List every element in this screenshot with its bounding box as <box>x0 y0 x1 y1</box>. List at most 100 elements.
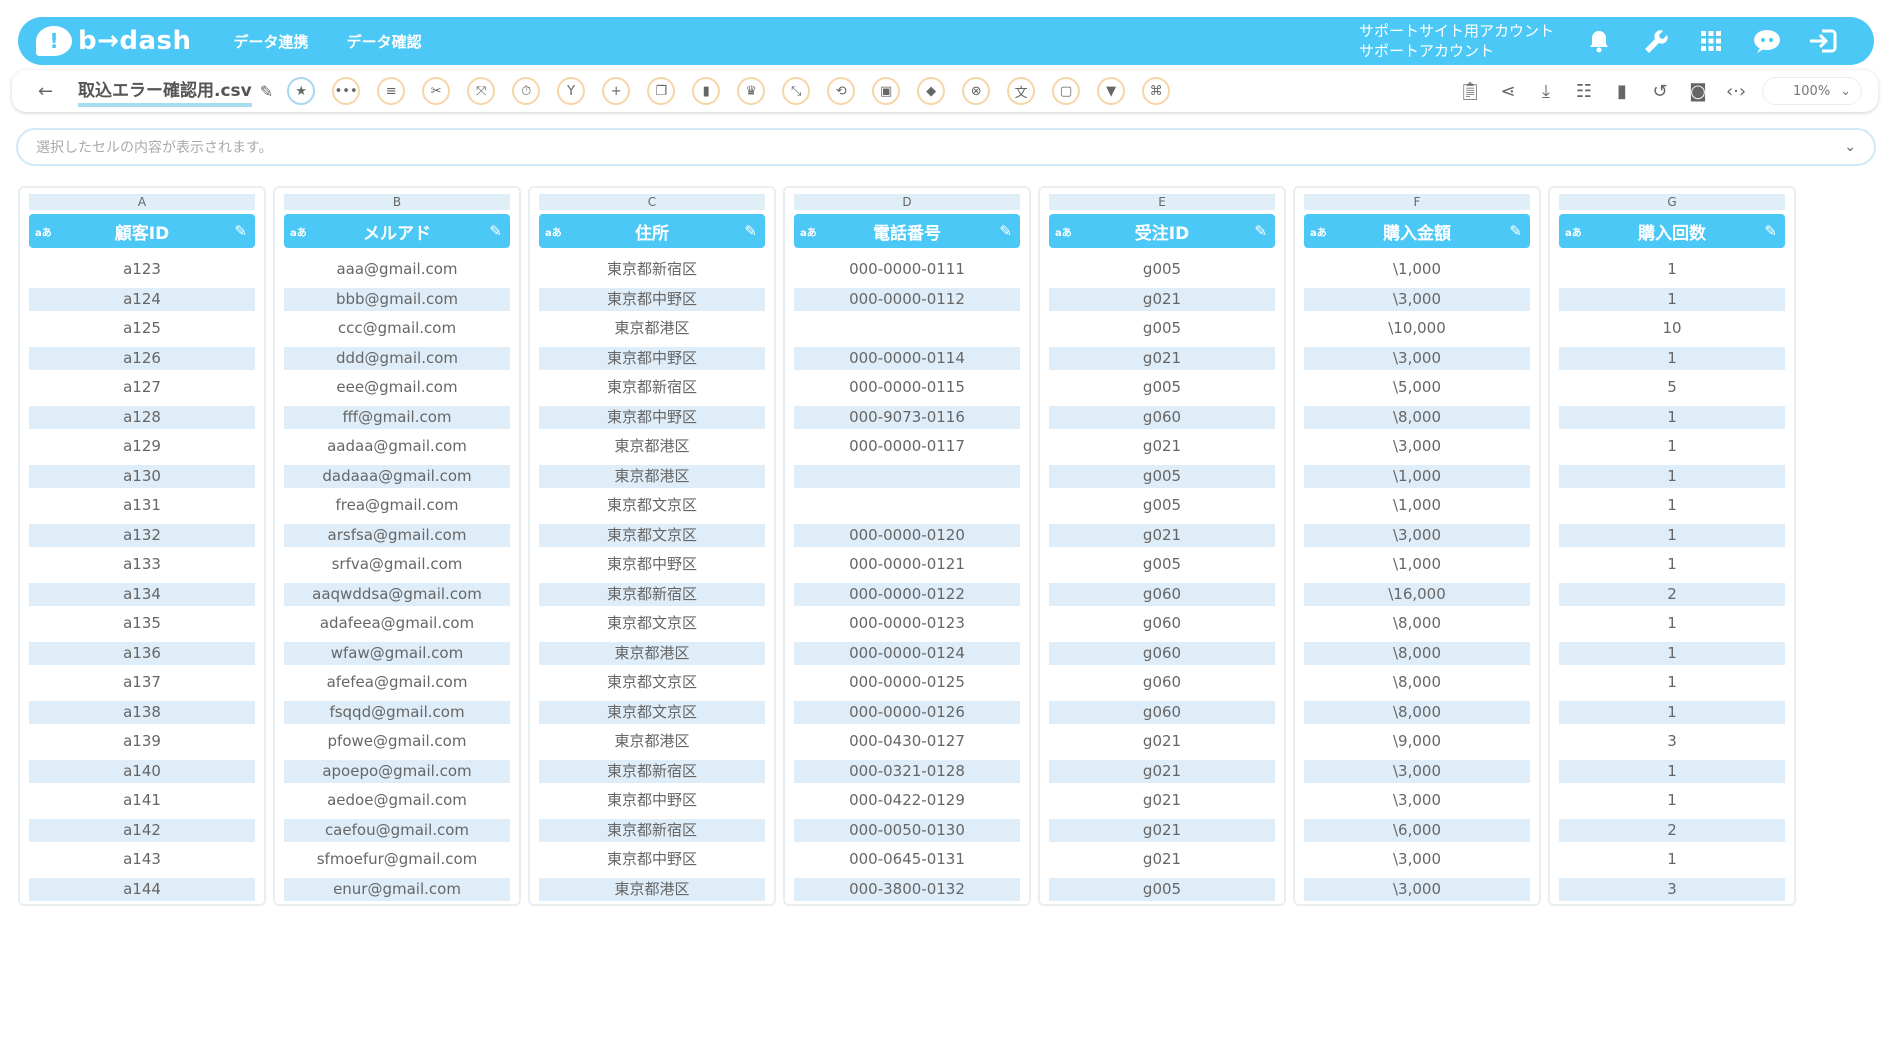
table-cell[interactable]: aadaa@gmail.com <box>284 435 510 458</box>
table-cell[interactable]: fsqqd@gmail.com <box>284 700 510 724</box>
table-cell[interactable]: 000-0000-0121 <box>794 553 1020 576</box>
table-cell[interactable]: a139 <box>29 730 255 753</box>
table-cell[interactable]: 000-0000-0114 <box>794 346 1020 370</box>
column-letter[interactable]: D <box>794 194 1020 210</box>
zoom-select[interactable]: 100% ⌄ <box>1762 77 1862 105</box>
table-cell[interactable]: g021 <box>1049 435 1275 458</box>
account-info[interactable]: サポートサイト用アカウント サポートアカウント <box>1359 21 1554 61</box>
history-icon[interactable]: ↺ <box>1648 79 1672 103</box>
table-cell[interactable]: 1 <box>1559 671 1785 694</box>
table-cell[interactable]: 東京都港区 <box>539 464 765 488</box>
edit-column-pencil-icon[interactable]: ✎ <box>1254 222 1267 240</box>
column-header[interactable]: aあ 電話番号 ✎ <box>794 214 1020 248</box>
edit-column-pencil-icon[interactable]: ✎ <box>1509 222 1522 240</box>
table-cell[interactable]: \8,000 <box>1304 671 1530 694</box>
table-cell[interactable]: 3 <box>1559 877 1785 901</box>
scissors-icon[interactable]: ✂ <box>422 77 451 105</box>
table-cell[interactable]: 東京都中野区 <box>539 553 765 576</box>
table-cell[interactable]: ddd@gmail.com <box>284 346 510 370</box>
table-cell[interactable]: \1,000 <box>1304 464 1530 488</box>
table-cell[interactable]: 東京都中野区 <box>539 789 765 812</box>
table-cell[interactable]: \6,000 <box>1304 818 1530 842</box>
shrink-icon[interactable]: ⤡ <box>782 77 811 105</box>
table-cell[interactable]: a136 <box>29 641 255 665</box>
table-cell[interactable]: 東京都港区 <box>539 730 765 753</box>
table-cell[interactable]: a137 <box>29 671 255 694</box>
table-cell[interactable]: 東京都文京区 <box>539 523 765 547</box>
lock-icon[interactable]: ▣ <box>872 77 901 105</box>
table-cell[interactable]: 1 <box>1559 258 1785 281</box>
table-cell[interactable]: g021 <box>1049 287 1275 311</box>
column-header[interactable]: aあ 購入回数 ✎ <box>1559 214 1785 248</box>
table-cell[interactable]: \3,000 <box>1304 287 1530 311</box>
table-icon[interactable]: ☷ <box>1572 79 1596 103</box>
table-cell[interactable]: 5 <box>1559 376 1785 399</box>
table-cell[interactable]: apoepo@gmail.com <box>284 759 510 783</box>
table-cell[interactable]: \3,000 <box>1304 877 1530 901</box>
edit-column-pencil-icon[interactable]: ✎ <box>1764 222 1777 240</box>
table-cell[interactable]: g005 <box>1049 494 1275 517</box>
edit-column-pencil-icon[interactable]: ✎ <box>744 222 757 240</box>
wrench-icon[interactable] <box>1640 26 1670 56</box>
table-cell[interactable]: 東京都中野区 <box>539 848 765 871</box>
chat-bot-icon[interactable] <box>1752 26 1782 56</box>
table-cell[interactable]: g021 <box>1049 346 1275 370</box>
table-cell[interactable]: \10,000 <box>1304 317 1530 340</box>
table-cell[interactable] <box>794 317 1020 340</box>
table-cell[interactable]: 東京都港区 <box>539 641 765 665</box>
table-cell[interactable]: g060 <box>1049 582 1275 606</box>
table-cell[interactable]: \3,000 <box>1304 435 1530 458</box>
table-cell[interactable]: 000-3800-0132 <box>794 877 1020 901</box>
repeat-icon[interactable]: ⟲ <box>827 77 856 105</box>
table-cell[interactable]: 1 <box>1559 700 1785 724</box>
delete-icon[interactable]: ▮ <box>1610 79 1634 103</box>
table-cell[interactable]: 1 <box>1559 287 1785 311</box>
table-cell[interactable]: 3 <box>1559 730 1785 753</box>
b-dash-logo[interactable]: ! b→dash <box>36 26 192 56</box>
table-cell[interactable]: a135 <box>29 612 255 635</box>
table-cell[interactable]: \8,000 <box>1304 700 1530 724</box>
table-cell[interactable]: a134 <box>29 582 255 606</box>
table-cell[interactable]: 000-0000-0120 <box>794 523 1020 547</box>
merge-icon[interactable]: Y <box>557 77 586 105</box>
table-cell[interactable]: g005 <box>1049 553 1275 576</box>
plus-icon[interactable]: + <box>602 77 631 105</box>
back-arrow-icon[interactable]: ← <box>38 81 62 102</box>
table-cell[interactable]: 東京都文京区 <box>539 612 765 635</box>
cancel-icon[interactable]: ⊗ <box>962 77 991 105</box>
search-doc-icon[interactable]: ◙ <box>1686 79 1710 103</box>
table-cell[interactable]: a143 <box>29 848 255 871</box>
grid-icon[interactable] <box>1696 26 1726 56</box>
table-cell[interactable]: 000-0000-0115 <box>794 376 1020 399</box>
table-cell[interactable]: 000-0000-0123 <box>794 612 1020 635</box>
table-cell[interactable]: g060 <box>1049 641 1275 665</box>
bell-icon[interactable] <box>1584 26 1614 56</box>
table-cell[interactable]: adafeea@gmail.com <box>284 612 510 635</box>
table-cell[interactable]: 東京都港区 <box>539 435 765 458</box>
table-cell[interactable]: 1 <box>1559 789 1785 812</box>
table-cell[interactable]: aaa@gmail.com <box>284 258 510 281</box>
trash-icon[interactable]: ▮ <box>692 77 721 105</box>
column-header[interactable]: aあ 受注ID ✎ <box>1049 214 1275 248</box>
column-letter[interactable]: F <box>1304 194 1530 210</box>
table-cell[interactable] <box>794 464 1020 488</box>
table-cell[interactable]: pfowe@gmail.com <box>284 730 510 753</box>
table-cell[interactable]: a138 <box>29 700 255 724</box>
timer-icon[interactable]: ⏱ <box>512 77 541 105</box>
column-header[interactable]: aあ 住所 ✎ <box>539 214 765 248</box>
table-cell[interactable]: 10 <box>1559 317 1785 340</box>
table-cell[interactable]: 1 <box>1559 523 1785 547</box>
table-cell[interactable]: g005 <box>1049 376 1275 399</box>
table-cell[interactable]: wfaw@gmail.com <box>284 641 510 665</box>
table-cell[interactable]: 1 <box>1559 848 1785 871</box>
edit-column-pencil-icon[interactable]: ✎ <box>489 222 502 240</box>
table-cell[interactable]: 000-0000-0126 <box>794 700 1020 724</box>
table-cell[interactable]: 000-0321-0128 <box>794 759 1020 783</box>
table-cell[interactable]: 東京都中野区 <box>539 405 765 429</box>
table-cell[interactable]: a128 <box>29 405 255 429</box>
table-cell[interactable]: \3,000 <box>1304 523 1530 547</box>
table-cell[interactable]: a140 <box>29 759 255 783</box>
table-cell[interactable]: caefou@gmail.com <box>284 818 510 842</box>
table-cell[interactable]: afefea@gmail.com <box>284 671 510 694</box>
table-cell[interactable]: \3,000 <box>1304 848 1530 871</box>
